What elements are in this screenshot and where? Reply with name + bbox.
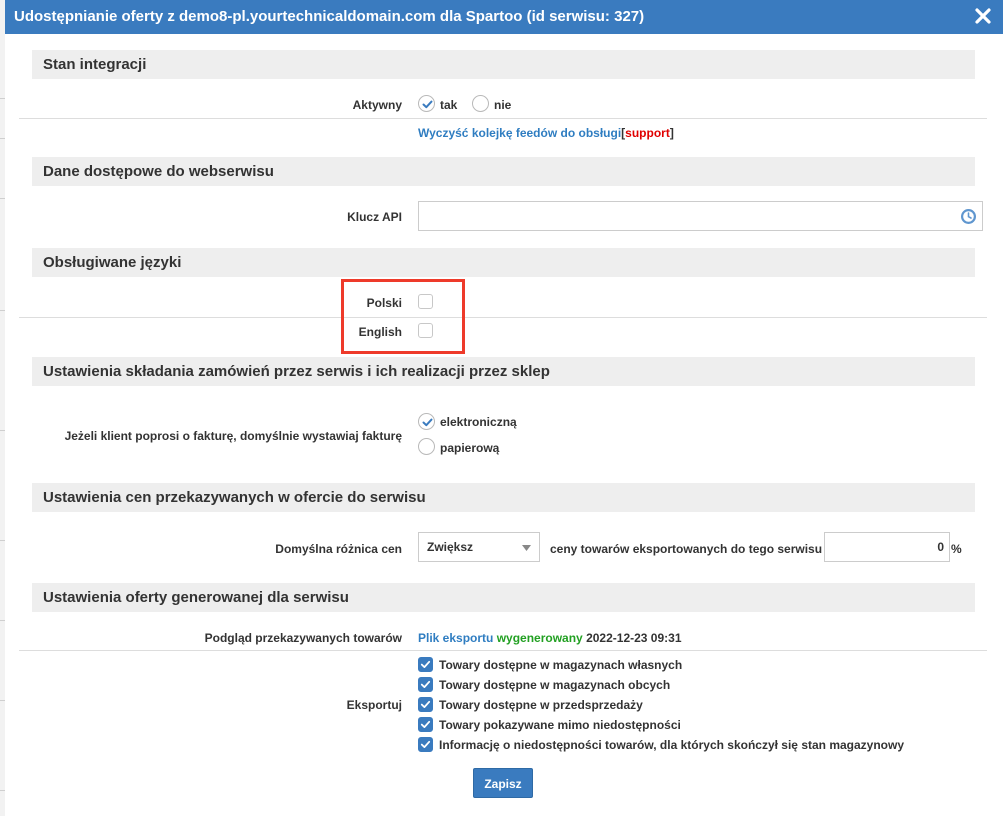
export-checkbox-presale[interactable] [418,697,433,712]
invoice-paper-radio[interactable] [418,438,435,455]
generated-timestamp: 2022-12-23 09:31 [586,631,682,645]
invoice-electronic-radio[interactable] [418,413,435,430]
dialog-titlebar: Udostępnianie oferty z demo8-pl.yourtech… [5,0,1003,34]
clear-queue-link[interactable]: Wyczyść kolejkę feedów do obsługi [418,126,621,140]
export-checkbox-out-of-stock-info[interactable] [418,737,433,752]
section-integration-status: Stan integracji [32,50,975,79]
export-label-unavailable[interactable]: Towary pokazywane mimo niedostępności [439,718,681,732]
clear-queue-row: Wyczyść kolejkę feedów do obsługi[suppor… [418,126,674,140]
api-key-label: Klucz API [347,210,402,224]
invoice-electronic-label[interactable]: elektroniczną [440,415,517,429]
active-yes-radio[interactable] [418,95,435,112]
highlight-box [341,279,465,354]
section-offer: Ustawienia oferty generowanej dla serwis… [32,583,975,612]
export-checkbox-unavailable[interactable] [418,717,433,732]
section-languages: Obsługiwane języki [32,248,975,277]
export-label-out-of-stock-info[interactable]: Informację o niedostępności towarów, dla… [439,738,904,752]
clock-icon[interactable] [960,208,977,225]
export-checkbox-own-warehouses[interactable] [418,657,433,672]
price-diff-select-value: Zwiększ [427,540,474,554]
active-yes-label[interactable]: tak [440,98,457,112]
invoice-paper-label[interactable]: papierową [440,441,499,455]
save-button[interactable]: Zapisz [473,768,533,798]
percent-unit: % [951,542,962,556]
invoice-label: Jeżeli klient poprosi o fakturę, domyśln… [64,429,402,443]
chevron-down-icon [522,545,531,551]
price-diff-select[interactable]: Zwiększ [418,532,540,562]
export-file-row: Plik eksportu wygenerowany 2022-12-23 09… [418,631,682,645]
export-file-link[interactable]: Plik eksportu [418,631,493,645]
generated-status: wygenerowany [496,631,583,645]
support-link[interactable]: support [625,126,670,140]
export-label-external-warehouses[interactable]: Towary dostępne w magazynach obcych [439,678,670,692]
close-icon[interactable] [973,6,993,26]
export-label-presale[interactable]: Towary dostępne w przedsprzedaży [439,698,643,712]
dialog-title: Udostępnianie oferty z demo8-pl.yourtech… [14,8,645,25]
price-middle-text: ceny towarów eksportowanych do tego serw… [550,542,833,556]
api-key-input[interactable] [418,201,983,231]
preview-label: Podgląd przekazywanych towarów [204,631,402,645]
active-label: Aktywny [352,98,402,112]
divider [19,650,987,651]
export-label: Eksportuj [346,698,402,712]
section-orders: Ustawienia składania zamówień przez serw… [32,357,975,386]
divider [19,118,987,119]
bracket-close: ] [669,126,674,140]
active-no-radio[interactable] [472,95,489,112]
active-no-label[interactable]: nie [494,98,511,112]
section-prices: Ustawienia cen przekazywanych w ofercie … [32,483,975,512]
section-access-data: Dane dostępowe do webserwisu [32,157,975,186]
price-diff-label: Domyślna różnica cen [275,542,402,556]
percent-value: 0 [937,540,944,554]
divider [19,317,987,318]
export-checkbox-external-warehouses[interactable] [418,677,433,692]
export-label-own-warehouses[interactable]: Towary dostępne w magazynach własnych [439,658,682,672]
share-offer-dialog: Udostępnianie oferty z demo8-pl.yourtech… [5,0,1003,816]
percent-input[interactable]: 0 [824,532,950,562]
